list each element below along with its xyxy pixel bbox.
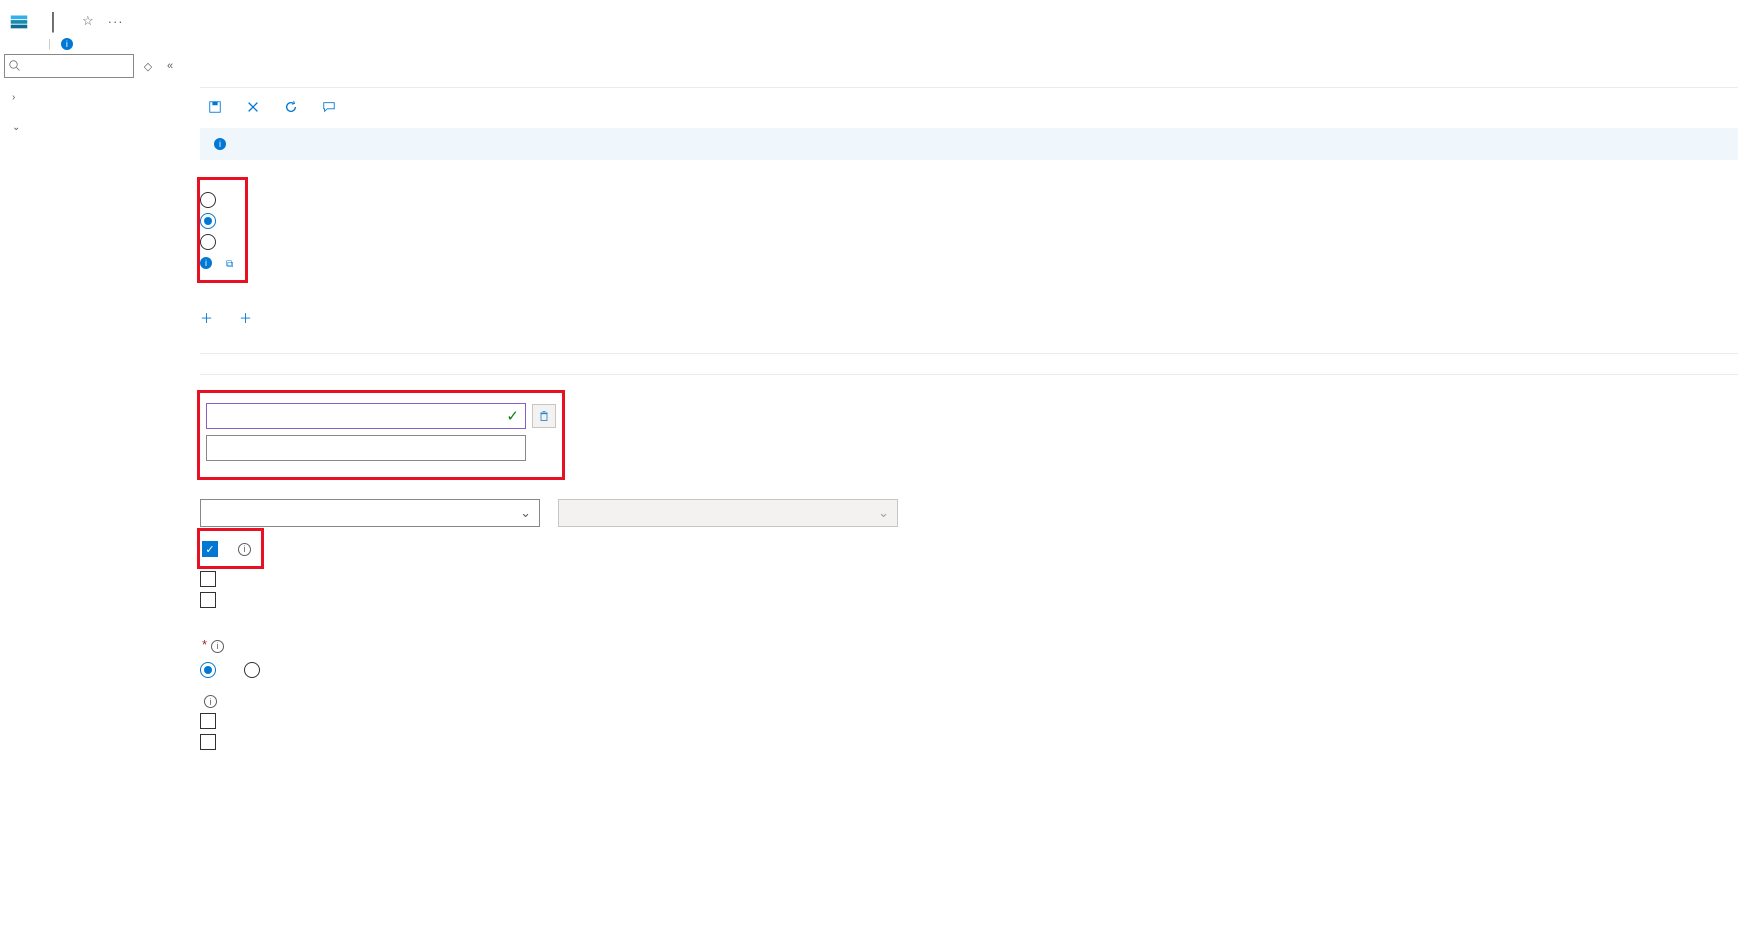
save-icon: [208, 100, 222, 114]
info-icon[interactable]: i: [238, 543, 251, 556]
ip-address-input-1[interactable]: ✓: [206, 403, 526, 429]
main-content: i i ⧉ ＋ ＋: [180, 50, 1758, 795]
toolbar: [200, 88, 1738, 128]
check-icon: ✓: [506, 407, 519, 425]
close-icon: [246, 100, 260, 114]
add-new-vnet-button[interactable]: ＋: [239, 308, 258, 327]
vnet-table-header: [200, 337, 1738, 354]
sidebar-group-security[interactable]: ⌄: [4, 112, 180, 142]
save-button[interactable]: [208, 100, 228, 114]
chevron-down-icon: ⌄: [520, 505, 531, 521]
exception-metrics[interactable]: [200, 592, 261, 608]
chevron-down-icon: ⌄: [878, 505, 889, 521]
public-network-access-section: i ⧉: [200, 180, 245, 280]
plus-icon: ＋: [239, 308, 252, 327]
info-icon: i: [200, 257, 212, 269]
collapse-sidebar-icon[interactable]: «: [162, 58, 178, 74]
routing-option-internet[interactable]: [244, 662, 268, 678]
info-banner: i: [200, 128, 1738, 160]
discard-button[interactable]: [246, 100, 266, 114]
header-divider: |: [44, 8, 62, 34]
feedback-icon: [322, 100, 336, 114]
feedback-button[interactable]: [322, 100, 342, 114]
sidebar-group-data-storage[interactable]: ›: [4, 82, 180, 112]
info-icon[interactable]: i: [211, 640, 224, 653]
plus-icon: ＋: [200, 308, 213, 327]
info-icon[interactable]: i: [204, 695, 217, 708]
info-icon[interactable]: i: [61, 38, 73, 50]
sidebar-search-input[interactable]: [4, 54, 134, 78]
publish-microsoft-routing[interactable]: [200, 713, 1738, 729]
page-header: | ☆ ···: [0, 0, 1758, 38]
exception-logging[interactable]: [200, 571, 261, 587]
publish-endpoints-label: i: [200, 693, 1738, 709]
resource-type-row: | i: [0, 38, 1758, 50]
sidebar: ◇ « › ⌄: [0, 50, 180, 795]
routing-option-microsoft[interactable]: [200, 662, 224, 678]
publish-internet-routing[interactable]: [200, 734, 1738, 750]
resource-type-dropdown[interactable]: ⌄: [200, 499, 540, 527]
pna-learn-more-link[interactable]: ⧉: [224, 256, 233, 270]
routing-pref-label: *i: [200, 637, 1738, 653]
refresh-icon: [284, 100, 298, 114]
add-existing-vnet-button[interactable]: ＋: [200, 308, 219, 327]
info-icon: i: [214, 138, 226, 150]
pna-option-disabled[interactable]: [200, 234, 233, 250]
favorite-icon[interactable]: ☆: [82, 13, 94, 29]
exception-trusted-services[interactable]: ✓i: [202, 541, 251, 557]
vnet-empty-row: [200, 354, 1738, 375]
pna-option-all[interactable]: [200, 192, 233, 208]
instance-name-dropdown: ⌄: [558, 499, 898, 527]
pna-option-selected[interactable]: [200, 213, 233, 229]
firewall-ip-section: ✓: [200, 393, 562, 477]
pin-icon[interactable]: ◇: [140, 58, 156, 74]
tab-bar: [200, 64, 1738, 88]
storage-account-icon: [8, 10, 30, 32]
ip-address-input-2[interactable]: [206, 435, 526, 461]
more-icon[interactable]: ···: [108, 14, 124, 29]
trash-icon: [538, 410, 550, 422]
delete-ip-button[interactable]: [532, 404, 556, 428]
refresh-button[interactable]: [284, 100, 304, 114]
exceptions-section: ✓i: [200, 527, 265, 619]
search-icon: [9, 60, 21, 72]
